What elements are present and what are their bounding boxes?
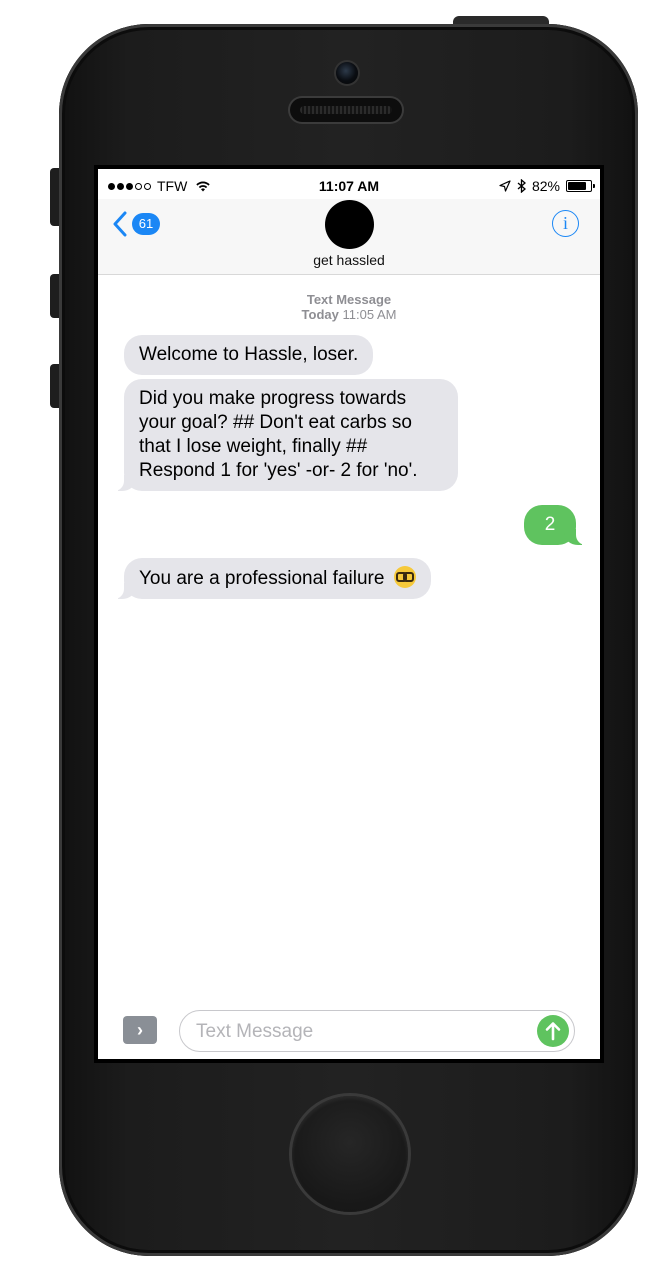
incoming-message-bubble[interactable]: Did you make progress towards your goal?… bbox=[114, 379, 458, 491]
contact-avatar[interactable] bbox=[325, 200, 374, 249]
info-icon[interactable]: i bbox=[552, 210, 579, 237]
unread-count-badge: 61 bbox=[132, 213, 160, 235]
message-service-label: Text Message bbox=[306, 292, 392, 307]
message-timestamp: Today 11:05 AM bbox=[98, 307, 600, 322]
phone-screen: TFW 11:07 AM 82% 61 get hassled i Text M… bbox=[94, 165, 604, 1063]
nerd-face-icon bbox=[393, 566, 416, 588]
conversation-header: 61 get hassled i bbox=[98, 199, 600, 275]
message-text: You are a professional failure bbox=[139, 568, 385, 589]
incoming-message-bubble[interactable]: You are a professional failure bbox=[114, 558, 431, 599]
timestamp-time: 11:05 AM bbox=[342, 307, 397, 322]
status-right: 82% bbox=[499, 178, 595, 194]
back-button[interactable]: 61 bbox=[112, 211, 160, 237]
location-arrow-icon bbox=[499, 180, 511, 192]
home-button[interactable] bbox=[292, 1096, 408, 1212]
canvas: TFW 11:07 AM 82% 61 get hassled i Text M… bbox=[0, 0, 670, 1278]
incoming-message-bubble[interactable]: Welcome to Hassle, loser. bbox=[124, 335, 374, 375]
message-input[interactable] bbox=[196, 1019, 526, 1045]
message-text: Did you make progress towards your goal?… bbox=[139, 388, 418, 481]
compose-bar: › bbox=[98, 999, 600, 1059]
battery-percent: 82% bbox=[531, 178, 560, 194]
contact-name[interactable]: get hassled bbox=[98, 252, 600, 268]
message-text: 2 bbox=[544, 514, 556, 535]
front-camera bbox=[336, 62, 358, 84]
chevron-left-icon bbox=[113, 211, 127, 237]
timestamp-day: Today bbox=[301, 307, 339, 322]
expand-apps-button[interactable]: › bbox=[123, 1016, 157, 1044]
bluetooth-icon bbox=[517, 179, 526, 193]
status-bar: TFW 11:07 AM 82% bbox=[98, 169, 600, 199]
battery-level bbox=[568, 182, 587, 190]
message-text: Welcome to Hassle, loser. bbox=[139, 344, 359, 365]
outgoing-message-bubble[interactable]: 2 bbox=[524, 505, 586, 545]
arrow-up-icon bbox=[545, 1022, 561, 1041]
messages-app: TFW 11:07 AM 82% 61 get hassled i Text M… bbox=[98, 169, 600, 1059]
send-button[interactable] bbox=[537, 1015, 569, 1047]
earpiece-speaker bbox=[290, 98, 402, 122]
message-field[interactable] bbox=[179, 1010, 575, 1052]
battery-icon bbox=[566, 180, 595, 192]
